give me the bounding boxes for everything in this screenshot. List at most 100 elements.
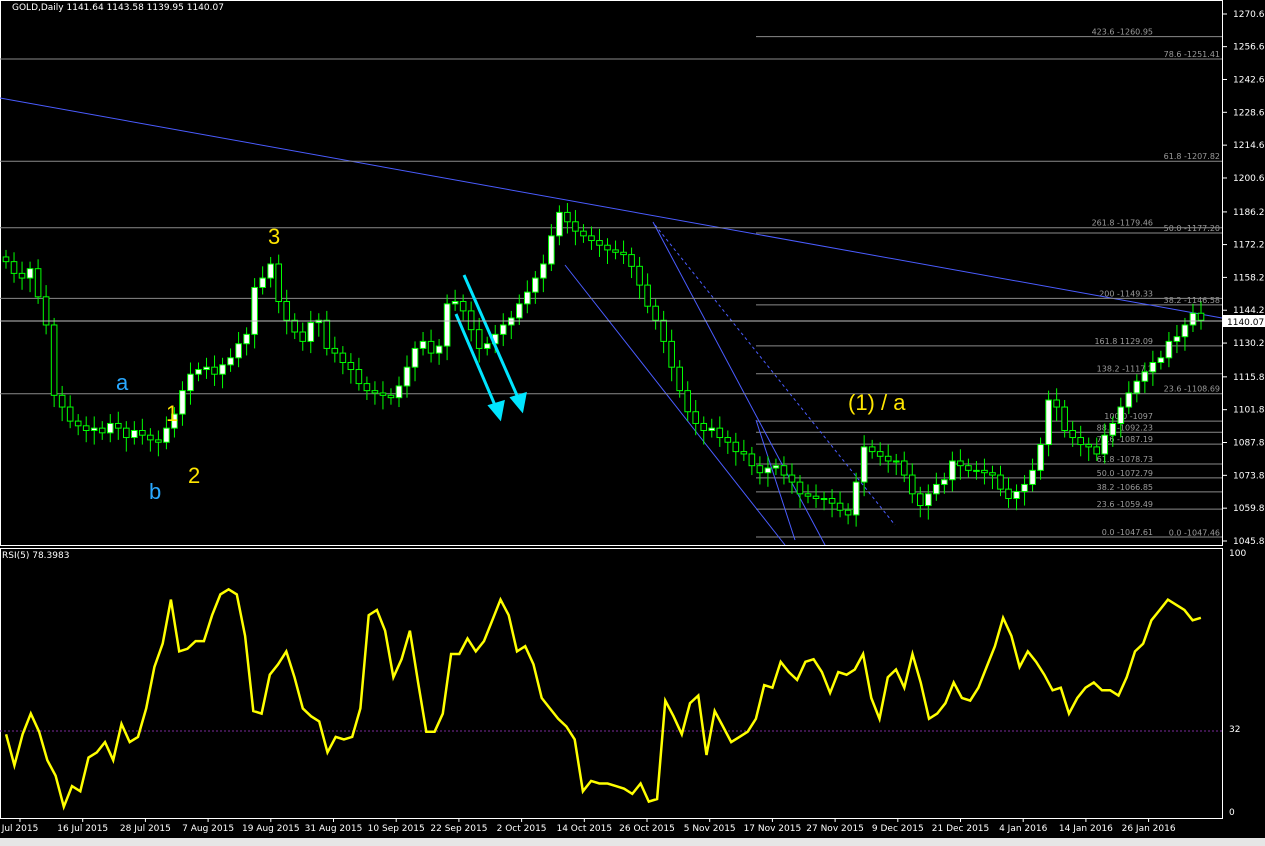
time-axis-label: 26 Oct 2015 [619, 824, 675, 834]
candle-body [876, 451, 884, 457]
candle-body [564, 211, 571, 223]
price-axis-label: 1115.88 [1233, 373, 1265, 383]
price-axis-label: 1186.21 [1233, 208, 1265, 218]
candle-body [323, 319, 331, 349]
price-axis-label: 1172.28 [1233, 241, 1265, 251]
candle-body [884, 455, 892, 462]
wave-label-2: 2 [188, 463, 200, 488]
candle-body [668, 340, 675, 368]
candle-body [139, 429, 146, 436]
candle-body [965, 465, 972, 471]
candle-body [1037, 444, 1044, 471]
candle-body [275, 263, 282, 303]
candle-body [1125, 392, 1133, 408]
time-axis-label: 21 Dec 2015 [932, 824, 990, 834]
candle-body [82, 425, 90, 431]
candle-body [588, 235, 595, 242]
candle-body [997, 474, 1004, 490]
symbol-header: GOLD,Daily 1141.64 1143.58 1139.95 1140.… [12, 3, 224, 13]
rsi-axis-label: 32 [1229, 725, 1240, 735]
candle-body [467, 310, 475, 331]
candle-body [1117, 406, 1125, 424]
candle-body [708, 427, 716, 431]
candle-body [628, 254, 635, 267]
candle-body [419, 340, 427, 349]
candle-body [395, 385, 403, 399]
candle-body [1109, 422, 1117, 436]
wave-label-3: 3 [268, 224, 280, 249]
candle-body [1157, 357, 1165, 363]
candle-body [427, 340, 435, 354]
candle-body [499, 324, 507, 335]
time-axis-label: 14 Oct 2015 [556, 824, 612, 834]
candle-body [700, 422, 708, 431]
candle-body [989, 472, 996, 476]
candle-body [50, 324, 58, 396]
candle-body [772, 465, 780, 469]
candle-body [860, 446, 868, 483]
fib-label: 50.0 -1177.20 [1164, 224, 1220, 233]
candle-body [291, 319, 299, 333]
candle-body [1085, 444, 1093, 448]
candle-body [1189, 312, 1197, 326]
candle-body [355, 369, 363, 385]
candle-body [1077, 437, 1084, 446]
candle-body [195, 369, 202, 375]
current-price-label: 1140.07 [1227, 318, 1264, 328]
candle-body [788, 474, 796, 483]
candle-body [66, 406, 74, 422]
candle-body [908, 474, 916, 495]
candle-body [106, 422, 114, 434]
candle-body [941, 479, 948, 485]
price-axis-label: 1242.68 [1233, 75, 1265, 85]
time-axis-label: 10 Sep 2015 [368, 824, 425, 834]
time-axis-label: 2 Oct 2015 [497, 824, 547, 834]
candle-body [259, 277, 266, 288]
candle-body [916, 493, 924, 507]
price-axis-label: 1073.88 [1233, 471, 1265, 481]
candle-body [740, 451, 748, 455]
candle-body [604, 244, 611, 251]
candle-body [58, 394, 66, 408]
candle-body [836, 502, 844, 511]
candle-body [572, 221, 579, 232]
time-axis-label: 16 Jul 2015 [57, 824, 108, 834]
candle-body [949, 460, 956, 481]
time-axis-label: 4 Jan 2016 [999, 824, 1047, 834]
price-axis-label: 1200.68 [1233, 174, 1265, 184]
wave-label-1: 1 [166, 401, 178, 426]
candle-body [483, 343, 491, 349]
fib-label: 23.6 -1059.49 [1097, 500, 1153, 509]
candle-body [387, 394, 395, 399]
candle-body [804, 493, 812, 497]
candle-body [299, 331, 307, 342]
candle-body [2, 256, 10, 263]
candle-body [379, 392, 387, 396]
candle-body [443, 303, 451, 347]
candle-body [732, 441, 740, 453]
candle-body [90, 427, 98, 431]
time-axis-label: 27 Nov 2015 [806, 824, 864, 834]
candle-body [1069, 429, 1076, 439]
fib-label: 78.6 -1251.41 [1164, 50, 1220, 59]
candle-body [1149, 361, 1157, 373]
candle-body [1093, 446, 1101, 455]
candle-body [957, 460, 964, 467]
candle-body [114, 422, 122, 429]
candle-body [1005, 488, 1012, 500]
candle-body [524, 291, 531, 305]
candle-body [652, 305, 659, 321]
candle-body [596, 240, 603, 246]
candle-body [900, 460, 908, 476]
candle-body [612, 249, 619, 253]
candle-body [892, 460, 900, 463]
candle-body [828, 498, 836, 504]
price-axis-label: 1158.28 [1233, 273, 1265, 283]
candle-body [756, 465, 764, 474]
candle-body [98, 427, 106, 434]
candle-body [1045, 399, 1052, 446]
time-axis-label: 26 Jan 2016 [1122, 824, 1176, 834]
candle-body [459, 301, 467, 312]
candle-body [363, 383, 371, 392]
fib-label: 38.2 -1066.85 [1097, 483, 1153, 492]
